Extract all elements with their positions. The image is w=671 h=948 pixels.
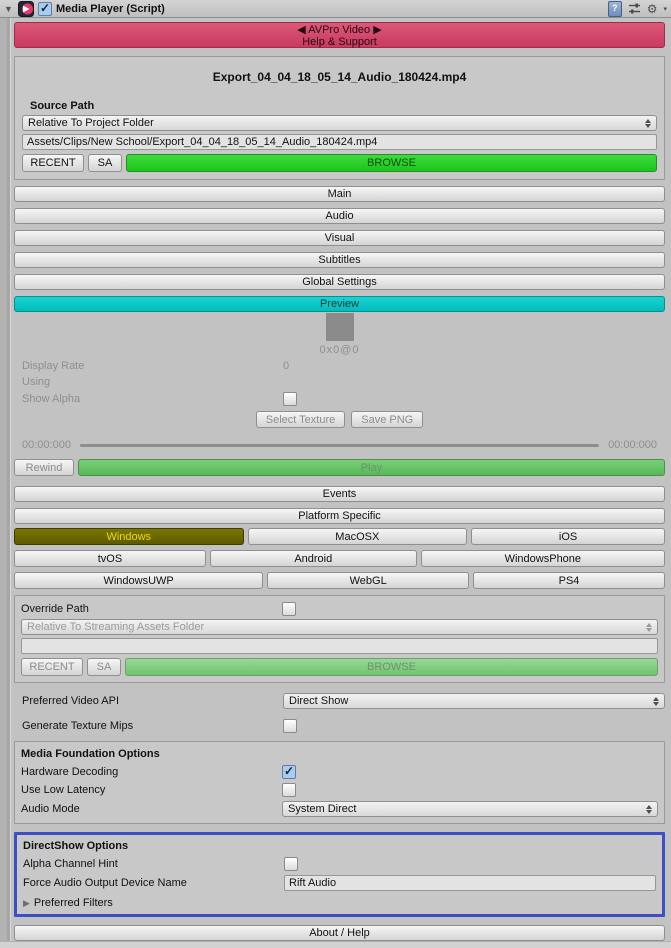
dropdown-stepper-icon [646, 623, 652, 632]
foldout-arrow-icon[interactable]: ▼ [4, 4, 14, 14]
platform-ps4[interactable]: PS4 [473, 572, 665, 589]
preferred-video-api-value: Direct Show [289, 695, 349, 707]
platform-webgl[interactable]: WebGL [267, 572, 470, 589]
override-path-label: Override Path [21, 603, 89, 615]
component-enabled-checkbox[interactable] [38, 1, 52, 16]
time-duration: 00:00:000 [608, 439, 657, 451]
source-location-dropdown[interactable]: Relative To Project Folder [22, 115, 657, 131]
override-sa-button[interactable]: SA [87, 658, 121, 676]
display-rate-value: 0 [283, 360, 290, 372]
inspector-header: ▼ Media Player (Script) ? ⚙ ▾ [0, 0, 671, 18]
play-button[interactable]: Play [78, 459, 665, 476]
tab-global-settings[interactable]: Global Settings [14, 274, 665, 290]
dropdown-stepper-icon [646, 805, 652, 814]
tab-subtitles[interactable]: Subtitles [14, 252, 665, 268]
override-location-value: Relative To Streaming Assets Folder [27, 621, 205, 633]
browse-button[interactable]: BROWSE [126, 154, 657, 172]
recent-button[interactable]: RECENT [22, 154, 84, 172]
platform-ios[interactable]: iOS [471, 528, 665, 545]
source-path-box: Export_04_04_18_05_14_Audio_180424.mp4 S… [14, 56, 665, 180]
generate-texture-mips-checkbox[interactable] [283, 719, 297, 733]
preferred-filters-label[interactable]: Preferred Filters [34, 897, 113, 909]
banner-subtitle: Help & Support [302, 36, 377, 48]
source-path-field[interactable]: Assets/Clips/New School/Export_04_04_18_… [22, 134, 657, 150]
force-audio-device-label: Force Audio Output Device Name [23, 877, 187, 889]
banner-title: ◀ AVPro Video ▶ [297, 24, 382, 36]
dropdown-stepper-icon [653, 697, 659, 706]
override-path-box: Override Path Relative To Streaming Asse… [14, 595, 665, 683]
tab-events[interactable]: Events [14, 486, 665, 502]
rewind-button[interactable]: Rewind [14, 459, 74, 476]
gear-caret-icon: ▾ [663, 5, 667, 13]
override-location-dropdown[interactable]: Relative To Streaming Assets Folder [21, 619, 658, 635]
preferred-video-api-dropdown[interactable]: Direct Show [283, 693, 665, 709]
time-current: 00:00:000 [22, 439, 71, 451]
platform-windowsuwp[interactable]: WindowsUWP [14, 572, 264, 589]
platform-windows[interactable]: Windows [14, 528, 244, 545]
alpha-channel-hint-label: Alpha Channel Hint [23, 858, 118, 870]
settings-gear-icon[interactable]: ⚙ [647, 3, 658, 15]
show-alpha-label: Show Alpha [22, 393, 81, 405]
tab-visual[interactable]: Visual [14, 230, 665, 246]
preview-thumbnail[interactable] [325, 313, 354, 341]
presets-icon[interactable] [628, 2, 641, 15]
generate-texture-mips-label: Generate Texture Mips [22, 720, 134, 732]
preferred-video-api-label: Preferred Video API [22, 695, 120, 707]
media-foundation-title: Media Foundation Options [21, 748, 160, 760]
override-browse-button[interactable]: BROWSE [125, 658, 658, 676]
override-path-field[interactable] [21, 638, 658, 654]
display-rate-label: Display Rate [22, 360, 85, 372]
force-audio-device-field[interactable]: Rift Audio [284, 875, 656, 891]
avpro-logo-icon [18, 0, 34, 17]
directshow-title: DirectShow Options [23, 840, 129, 852]
platform-android[interactable]: Android [209, 550, 417, 567]
help-reference-icon[interactable]: ? [607, 0, 622, 17]
dropdown-stepper-icon [645, 119, 651, 128]
avpro-help-banner[interactable]: ◀ AVPro Video ▶ Help & Support [14, 22, 665, 48]
sa-button[interactable]: SA [88, 154, 122, 172]
audio-mode-value: System Direct [288, 803, 357, 815]
audio-mode-dropdown[interactable]: System Direct [282, 801, 658, 817]
hardware-decoding-label: Hardware Decoding [21, 766, 119, 778]
save-png-button[interactable]: Save PNG [351, 411, 424, 428]
select-texture-button[interactable]: Select Texture [255, 411, 346, 428]
about-help-button[interactable]: About / Help [14, 925, 665, 941]
seek-slider[interactable] [79, 443, 600, 447]
show-alpha-checkbox[interactable] [283, 392, 297, 406]
hardware-decoding-checkbox[interactable] [282, 764, 296, 779]
override-recent-button[interactable]: RECENT [21, 658, 83, 676]
tab-audio[interactable]: Audio [14, 208, 665, 224]
source-path-label: Source Path [30, 100, 95, 112]
using-label: Using [22, 376, 51, 388]
preferred-filters-foldout-icon[interactable]: ▶ [23, 898, 30, 909]
override-path-checkbox[interactable] [282, 602, 296, 616]
use-low-latency-label: Use Low Latency [21, 784, 106, 796]
source-location-value: Relative To Project Folder [28, 117, 154, 129]
media-foundation-box: Media Foundation Options Hardware Decodi… [14, 741, 665, 824]
tab-platform-specific[interactable]: Platform Specific [14, 508, 665, 524]
component-title: Media Player (Script) [56, 2, 165, 15]
audio-mode-label: Audio Mode [21, 803, 80, 815]
loaded-filename: Export_04_04_18_05_14_Audio_180424.mp4 [212, 70, 467, 84]
tab-main[interactable]: Main [14, 186, 665, 202]
preview-resolution: 0x0@0 [319, 344, 360, 356]
inspector-left-margin [0, 18, 11, 948]
alpha-channel-hint-checkbox[interactable] [284, 857, 298, 871]
platform-macosx[interactable]: MacOSX [247, 528, 468, 545]
tab-preview[interactable]: Preview [14, 296, 665, 312]
inspector-bottom-margin [0, 941, 671, 948]
platform-grid: Windows MacOSX iOS tvOS Android WindowsP… [14, 528, 665, 589]
platform-windowsphone[interactable]: WindowsPhone [420, 550, 665, 567]
directshow-box: DirectShow Options Alpha Channel Hint Fo… [14, 832, 665, 917]
use-low-latency-checkbox[interactable] [282, 783, 296, 797]
platform-tvos[interactable]: tvOS [14, 550, 206, 567]
